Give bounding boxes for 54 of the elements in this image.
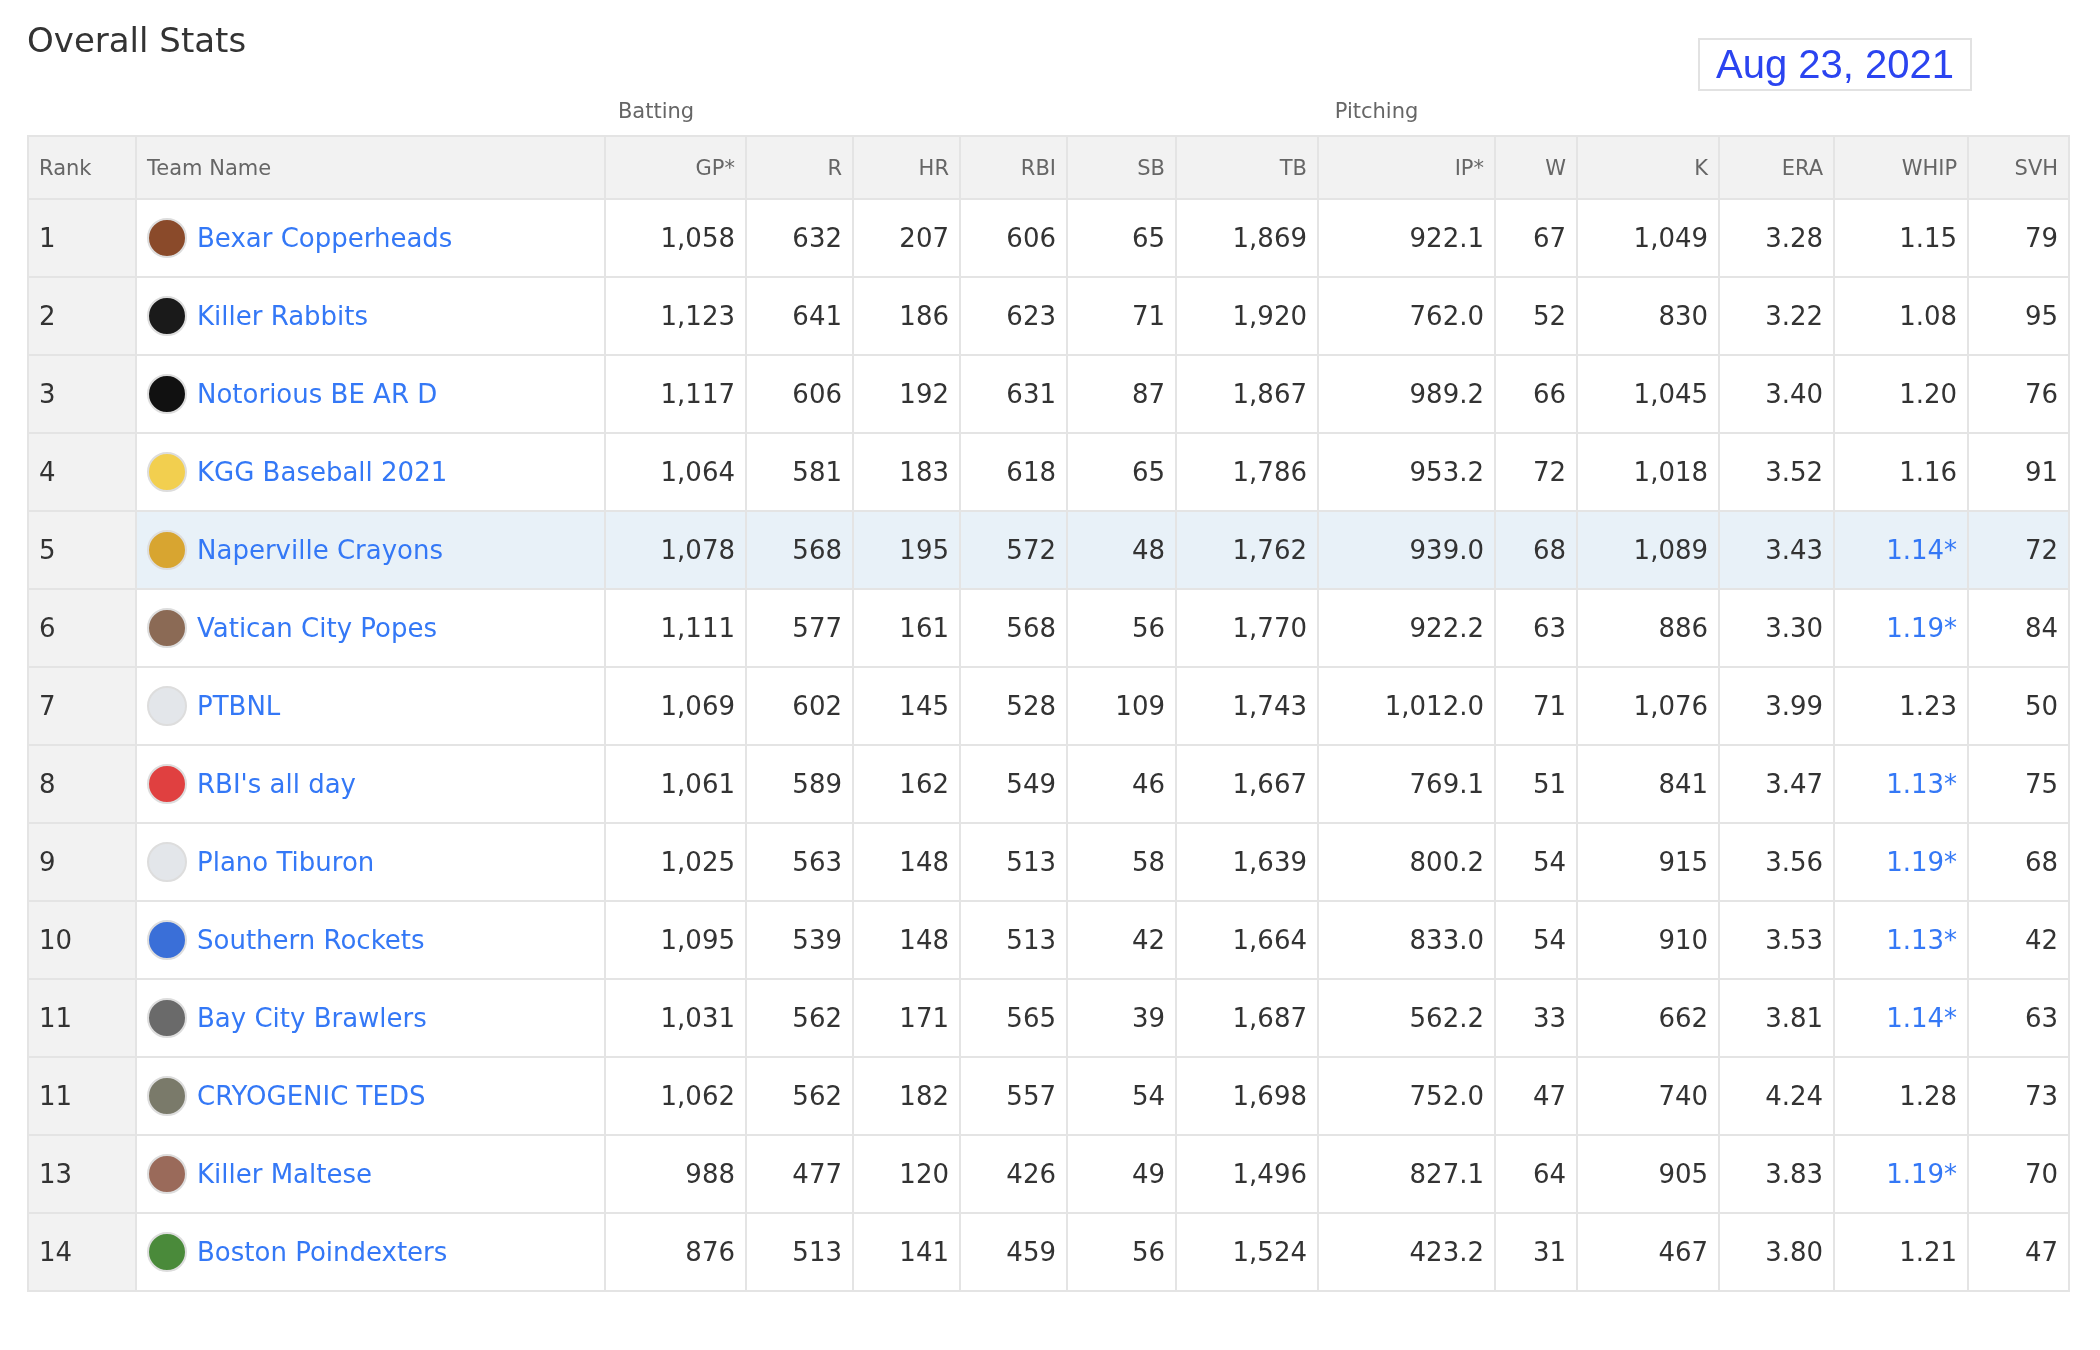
team-link[interactable]: Killer Maltese [197,1159,372,1189]
column-header: SVH [1968,136,2070,199]
table-cell: 423.2 [1318,1213,1495,1291]
column-header: W [1495,136,1578,199]
table-cell: 876 [605,1213,746,1291]
column-header: ERA [1719,136,1835,199]
table-cell: 4 [28,433,136,511]
table-cell: 1 [28,199,136,277]
table-cell: 2 [28,277,136,355]
column-group-label: Pitching [1176,85,1578,136]
table-cell: 6 [28,589,136,667]
column-header: WHIP [1834,136,1969,199]
table-cell: 31 [1495,1213,1578,1291]
team-link[interactable]: Bay City Brawlers [197,1003,427,1033]
column-header: IP* [1318,136,1495,199]
page-title: Overall Stats [27,20,247,60]
table-cell: 467 [1577,1213,1720,1291]
column-header: HR [853,136,960,199]
column-header: GP* [605,136,746,199]
column-group-label: Batting [136,85,1176,136]
table-cell: 3 [28,355,136,433]
column-header: TB [1176,136,1318,199]
team-link[interactable]: Plano Tiburon [197,847,375,877]
table-cell: 11 [28,1057,136,1135]
table-cell: 14 [28,1213,136,1291]
table-cell: 9 [28,823,136,901]
table-cell: 10 [28,901,136,979]
table-cell: 5 [28,511,136,589]
column-header: K [1577,136,1720,199]
team-link[interactable]: CRYOGENIC TEDS [197,1081,426,1111]
column-header: Team Name [136,136,605,199]
date-label: Aug 23, 2021 [1698,38,1972,91]
table-cell: 7 [28,667,136,745]
column-header: R [746,136,853,199]
table-cell: 56 [1067,1213,1176,1291]
table-cell: 3.80 [1719,1213,1835,1291]
team-link[interactable]: RBI's all day [197,769,356,799]
table-cell: 141 [853,1213,960,1291]
column-header: Rank [28,136,136,199]
column-header: RBI [960,136,1067,199]
team-link[interactable]: Vatican City Popes [197,613,438,643]
table-cell: 1,524 [1176,1213,1318,1291]
table-cell: 13 [28,1135,136,1213]
team-link[interactable]: PTBNL [197,691,281,721]
table-cell: 459 [960,1213,1067,1291]
table-cell: 1.21 [1834,1213,1969,1291]
team-link[interactable]: Southern Rockets [197,925,425,955]
table-cell: 47 [1968,1213,2070,1291]
table-cell: 11 [28,979,136,1057]
column-header: SB [1067,136,1176,199]
table-cell: 513 [746,1213,853,1291]
team-link[interactable]: Notorious BE AR D [197,379,438,409]
table-cell: 8 [28,745,136,823]
team-link[interactable]: Killer Rabbits [197,301,369,331]
